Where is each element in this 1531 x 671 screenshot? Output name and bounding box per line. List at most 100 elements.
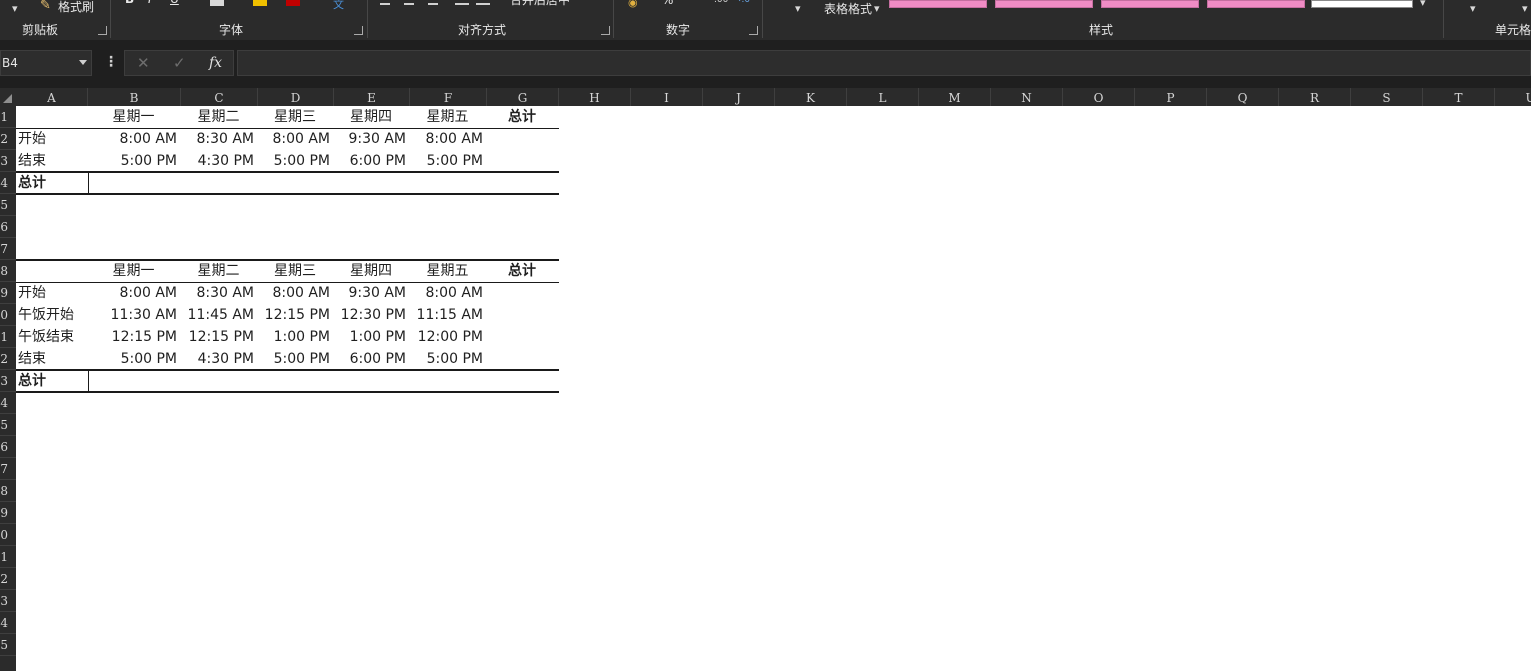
time-cell[interactable]: 12:15 PM — [90, 326, 177, 348]
row-header-20[interactable]: 0 — [0, 524, 16, 546]
column-header-b[interactable]: B — [88, 88, 181, 106]
time-cell[interactable]: 8:30 AM — [183, 282, 254, 304]
time-cell[interactable]: 8:00 AM — [90, 282, 177, 304]
row-header-18[interactable]: 8 — [0, 480, 16, 502]
decrease-decimal-icon[interactable]: →.0 — [734, 0, 750, 5]
font-color-icon[interactable] — [286, 0, 300, 6]
row-header-23[interactable]: 3 — [0, 590, 16, 612]
row-label-cell[interactable]: 开始 — [18, 282, 84, 304]
row-header-15[interactable]: 5 — [0, 414, 16, 436]
clipboard-launcher-icon[interactable] — [98, 26, 107, 35]
row-label-cell[interactable]: 午饭开始 — [18, 304, 84, 326]
fill-color-icon[interactable] — [253, 0, 267, 6]
row-header-8[interactable]: 8 — [0, 260, 16, 282]
time-cell[interactable]: 12:30 PM — [336, 304, 406, 326]
align-bottom-icon[interactable] — [380, 3, 390, 5]
time-cell[interactable]: 12:15 PM — [183, 326, 254, 348]
time-cell[interactable]: 6:00 PM — [336, 348, 406, 370]
align-top-icon[interactable] — [428, 3, 438, 5]
time-cell[interactable]: 11:30 AM — [90, 304, 177, 326]
align-middle-icon[interactable] — [404, 3, 414, 5]
column-header-s[interactable]: S — [1351, 88, 1423, 106]
time-cell[interactable]: 5:00 PM — [412, 150, 483, 172]
total-label-cell[interactable]: 总计 — [18, 172, 84, 194]
row-header-3[interactable]: 3 — [0, 150, 16, 172]
column-header-r[interactable]: R — [1279, 88, 1351, 106]
row-header-11[interactable]: 1 — [0, 326, 16, 348]
column-header-t[interactable]: T — [1423, 88, 1495, 106]
indent-decrease-icon[interactable] — [455, 3, 469, 5]
column-header-p[interactable]: P — [1135, 88, 1207, 106]
row-header-17[interactable]: 7 — [0, 458, 16, 480]
cell-style-1[interactable] — [889, 0, 987, 8]
column-header-u[interactable]: U — [1495, 88, 1531, 106]
row-header-1[interactable]: 1 — [0, 106, 16, 128]
time-cell[interactable]: 5:00 PM — [412, 348, 483, 370]
currency-icon[interactable]: ◉ — [628, 0, 638, 9]
formula-input[interactable] — [237, 50, 1531, 76]
time-cell[interactable]: 5:00 PM — [260, 348, 330, 370]
total-label-cell[interactable]: 总计 — [18, 370, 84, 392]
time-cell[interactable]: 8:00 AM — [90, 128, 177, 150]
cell-style-3[interactable] — [1101, 0, 1199, 8]
time-cell[interactable]: 5:00 PM — [260, 150, 330, 172]
increase-decimal-icon[interactable]: .00 — [714, 0, 728, 5]
table-header-cell[interactable]: 星期三 — [260, 260, 330, 282]
row-header-6[interactable]: 6 — [0, 216, 16, 238]
time-cell[interactable]: 9:30 AM — [336, 128, 406, 150]
delete-dropdown-icon[interactable]: ▾ — [1522, 2, 1528, 15]
indent-increase-icon[interactable] — [476, 3, 490, 5]
table-header-cell[interactable]: 星期四 — [336, 106, 406, 128]
underline-button[interactable]: U — [170, 0, 179, 6]
time-cell[interactable]: 8:00 AM — [412, 128, 483, 150]
more-options-icon[interactable]: ⋮ — [104, 54, 118, 70]
table-header-cell[interactable]: 星期四 — [336, 260, 406, 282]
border-icon[interactable] — [210, 0, 224, 6]
time-cell[interactable]: 8:00 AM — [412, 282, 483, 304]
font-launcher-icon[interactable] — [354, 26, 363, 35]
time-cell[interactable]: 9:30 AM — [336, 282, 406, 304]
format-as-table-button[interactable]: 表格格式 — [824, 0, 872, 17]
time-cell[interactable]: 4:30 PM — [183, 150, 254, 172]
format-painter-button[interactable]: 格式刷 — [58, 0, 94, 15]
select-all-icon[interactable] — [3, 94, 12, 103]
italic-button[interactable]: I — [148, 0, 152, 6]
enter-icon[interactable]: ✓ — [173, 54, 186, 72]
column-header-a[interactable]: A — [16, 88, 88, 106]
row-header-25[interactable]: 5 — [0, 634, 16, 656]
table-header-cell[interactable]: 星期二 — [183, 260, 254, 282]
styles-more-icon[interactable]: ▾ — [1420, 0, 1426, 9]
time-cell[interactable]: 12:15 PM — [260, 304, 330, 326]
row-header-4[interactable]: 4 — [0, 172, 16, 194]
row-header-21[interactable]: 1 — [0, 546, 16, 568]
table-header-cell[interactable]: 星期二 — [183, 106, 254, 128]
row-header-19[interactable]: 9 — [0, 502, 16, 524]
insert-function-icon[interactable]: fx — [209, 55, 222, 71]
column-header-o[interactable]: O — [1063, 88, 1135, 106]
name-box-dropdown-icon[interactable] — [79, 60, 87, 65]
column-header-m[interactable]: M — [919, 88, 991, 106]
cell-style-normal[interactable] — [1311, 0, 1413, 8]
row-header-7[interactable]: 7 — [0, 238, 16, 260]
time-cell[interactable]: 4:30 PM — [183, 348, 254, 370]
row-header-16[interactable]: 6 — [0, 436, 16, 458]
column-header-q[interactable]: Q — [1207, 88, 1279, 106]
column-header-j[interactable]: J — [703, 88, 775, 106]
time-cell[interactable]: 6:00 PM — [336, 150, 406, 172]
time-cell[interactable]: 8:30 AM — [183, 128, 254, 150]
row-header-24[interactable]: 4 — [0, 612, 16, 634]
time-cell[interactable]: 5:00 PM — [90, 150, 177, 172]
conditional-format-dropdown-icon[interactable]: ▾ — [795, 2, 801, 15]
column-header-g[interactable]: G — [487, 88, 559, 106]
number-launcher-icon[interactable] — [749, 26, 758, 35]
column-header-h[interactable]: H — [559, 88, 631, 106]
time-cell[interactable]: 1:00 PM — [260, 326, 330, 348]
time-cell[interactable]: 12:00 PM — [412, 326, 483, 348]
phonetic-icon[interactable]: 文 — [333, 0, 344, 12]
table-header-cell[interactable]: 星期三 — [260, 106, 330, 128]
table-header-cell[interactable]: 星期一 — [90, 106, 177, 128]
time-cell[interactable]: 1:00 PM — [336, 326, 406, 348]
column-header-k[interactable]: K — [775, 88, 847, 106]
row-header-14[interactable]: 4 — [0, 392, 16, 414]
bold-button[interactable]: B — [125, 0, 134, 6]
